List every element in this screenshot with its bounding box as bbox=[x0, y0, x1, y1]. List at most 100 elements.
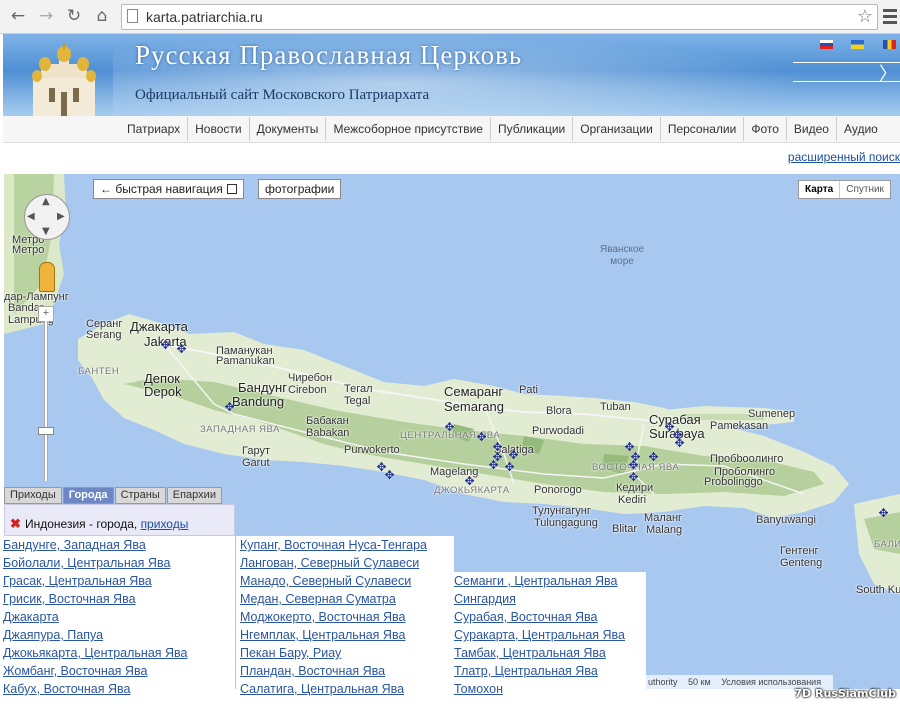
map-label: Тулунгагунг bbox=[532, 505, 591, 517]
home-icon[interactable]: ⌂ bbox=[92, 6, 112, 26]
tab-0[interactable]: Приходы bbox=[4, 487, 62, 504]
nav-item[interactable]: Аудио bbox=[835, 117, 885, 141]
city-link[interactable]: Грасак, Центральная Ява bbox=[3, 572, 235, 590]
nav-item[interactable]: Публикации bbox=[489, 117, 572, 141]
forward-arrow-icon[interactable]: → bbox=[36, 6, 56, 26]
city-link[interactable]: Кабух, Восточная Ява bbox=[3, 680, 235, 698]
city-link[interactable]: Сурабая, Восточная Ява bbox=[454, 608, 646, 626]
tab-3[interactable]: Епархии bbox=[166, 487, 222, 504]
nav-item[interactable]: Документы bbox=[248, 117, 326, 141]
city-link[interactable]: Пекан Бару, Риау bbox=[240, 644, 454, 662]
back-arrow-icon[interactable]: ← bbox=[8, 6, 28, 26]
map-label: Маланг bbox=[644, 512, 683, 524]
parish-marker-icon[interactable]: ✥ bbox=[628, 471, 639, 483]
main-navigation: Патриарх Новости Документы Межсоборное прис… bbox=[3, 116, 900, 143]
church-logo[interactable] bbox=[15, 42, 113, 116]
city-link[interactable]: Пландан, Восточная Ява bbox=[240, 662, 454, 680]
parish-marker-icon[interactable]: ✥ bbox=[224, 401, 235, 413]
city-link[interactable]: Бандунге, Западная Ява bbox=[3, 536, 235, 554]
checkbox-icon[interactable] bbox=[226, 184, 237, 194]
nav-item[interactable]: Фото bbox=[743, 117, 786, 141]
map-type-map-button[interactable]: Карта bbox=[799, 181, 841, 198]
pan-control[interactable]: ▲ ▼ ◀ ▶ bbox=[24, 194, 70, 240]
map-type-satellite-button[interactable]: Спутник bbox=[840, 181, 890, 198]
parish-marker-icon[interactable]: ✥ bbox=[384, 469, 395, 481]
city-link[interactable]: Суракарта, Центральная Ява bbox=[454, 626, 646, 644]
chevron-right-icon[interactable]: 〉 bbox=[879, 60, 897, 86]
street-view-pegman-icon[interactable] bbox=[39, 262, 55, 292]
city-link[interactable]: Медан, Северная Суматра bbox=[240, 590, 454, 608]
parish-marker-icon[interactable]: ✥ bbox=[674, 437, 685, 449]
city-link[interactable]: Нгемплак, Центральная Ява bbox=[240, 626, 454, 644]
city-link[interactable]: Тлатр, Центральная Ява bbox=[454, 662, 646, 680]
parish-marker-icon[interactable]: ✥ bbox=[444, 421, 455, 433]
map-label: Tulungagung bbox=[534, 517, 598, 529]
tab-1[interactable]: Города bbox=[62, 487, 114, 504]
filter-link[interactable]: приходы bbox=[141, 517, 189, 531]
map-label: Pati bbox=[519, 384, 538, 396]
flag-md-icon[interactable] bbox=[883, 40, 896, 49]
city-link[interactable]: Бойолали, Центральная Ява bbox=[3, 554, 235, 572]
map-label: South Ku bbox=[856, 584, 900, 596]
zoom-in-button[interactable]: + bbox=[38, 306, 54, 322]
city-link[interactable]: Джакарта bbox=[3, 608, 235, 626]
parish-marker-icon[interactable]: ✥ bbox=[488, 459, 499, 471]
parish-marker-icon[interactable]: ✥ bbox=[160, 339, 171, 351]
city-link[interactable]: Моджокерто, Восточная Ява bbox=[240, 608, 454, 626]
pan-right-icon[interactable]: ▶ bbox=[57, 211, 65, 222]
city-link[interactable]: Жомбанг, Восточная Ява bbox=[3, 662, 235, 680]
parish-marker-icon[interactable]: ✥ bbox=[878, 507, 889, 519]
nav-item[interactable]: Организации bbox=[572, 117, 660, 141]
pan-left-icon[interactable]: ◀ bbox=[27, 211, 35, 222]
header-search-field[interactable]: 〉 bbox=[793, 62, 900, 85]
city-link[interactable]: Джокьякарта, Центральная Ява bbox=[3, 644, 235, 662]
map-label: Purwodadi bbox=[532, 425, 584, 437]
city-link[interactable]: Томохон bbox=[454, 680, 646, 698]
star-icon[interactable]: ☆ bbox=[857, 6, 873, 27]
city-link[interactable]: Лангован, Северный Сулавеси bbox=[240, 554, 454, 572]
city-link[interactable]: Сингардия bbox=[454, 590, 646, 608]
city-list-column-1: Бандунге, Западная Ява Бойолали, Централь… bbox=[0, 536, 235, 698]
tab-2[interactable]: Страны bbox=[114, 487, 166, 504]
pan-up-icon[interactable]: ▲ bbox=[42, 196, 50, 207]
city-link[interactable]: Манадо, Северный Сулавеси bbox=[240, 572, 454, 590]
site-title[interactable]: Русская Православная Церковь bbox=[135, 40, 522, 71]
flag-ua-icon[interactable] bbox=[851, 40, 864, 49]
address-bar[interactable]: karta.patriarchia.ru ☆ bbox=[121, 4, 878, 30]
flag-ru-icon[interactable] bbox=[820, 40, 833, 49]
map-type-control[interactable]: Карта Спутник bbox=[798, 180, 891, 199]
nav-item[interactable]: Межсоборное присутствие bbox=[325, 117, 490, 141]
parish-marker-icon[interactable]: ✥ bbox=[176, 343, 187, 355]
terms-link[interactable]: Условия использования bbox=[721, 677, 821, 687]
city-link[interactable]: Купанг, Восточная Нуса-Тенгара bbox=[240, 536, 454, 554]
close-icon[interactable]: ✖ bbox=[10, 516, 21, 532]
parish-marker-icon[interactable]: ✥ bbox=[504, 461, 515, 473]
zoom-slider-handle[interactable] bbox=[38, 427, 54, 435]
zoom-track[interactable] bbox=[44, 321, 48, 481]
photos-toggle[interactable]: фотографии bbox=[258, 179, 342, 199]
city-link[interactable]: Тамбак, Центральная Ява bbox=[454, 644, 646, 662]
nav-item[interactable]: Новости bbox=[187, 117, 248, 141]
reload-icon[interactable]: ↻ bbox=[64, 6, 84, 26]
city-list-column-2: Купанг, Восточная Нуса-Тенгара Лангован, … bbox=[236, 536, 454, 698]
zoom-control[interactable]: + bbox=[38, 306, 54, 486]
menu-icon[interactable] bbox=[880, 6, 900, 26]
city-link[interactable]: Семанги , Центральная Ява bbox=[454, 572, 646, 590]
nav-item[interactable]: Персоналии bbox=[659, 117, 744, 141]
nav-item[interactable]: Видео bbox=[785, 117, 836, 141]
parish-marker-icon[interactable]: ✥ bbox=[492, 441, 503, 453]
parish-marker-icon[interactable]: ✥ bbox=[508, 449, 519, 461]
city-link[interactable]: Салатига, Центральная Ява bbox=[240, 680, 454, 698]
nav-item[interactable]: Патриарх bbox=[120, 117, 187, 141]
parish-marker-icon[interactable]: ✥ bbox=[648, 451, 659, 463]
map-label: Ponorogo bbox=[534, 484, 582, 496]
quick-navigation-toggle[interactable]: ← быстрая навигация bbox=[93, 179, 244, 199]
map-label: Бабакан bbox=[306, 415, 349, 427]
pan-down-icon[interactable]: ▼ bbox=[42, 226, 50, 237]
parish-marker-icon[interactable]: ✥ bbox=[476, 431, 487, 443]
parish-marker-icon[interactable]: ✥ bbox=[464, 475, 475, 487]
city-link[interactable]: Грисик, Восточная Ява bbox=[3, 590, 235, 608]
list-tabs: Приходы Города Страны Епархии bbox=[4, 487, 223, 504]
advanced-search-link[interactable]: расширенный поиск bbox=[788, 150, 900, 164]
city-link[interactable]: Джаяпура, Папуа bbox=[3, 626, 235, 644]
